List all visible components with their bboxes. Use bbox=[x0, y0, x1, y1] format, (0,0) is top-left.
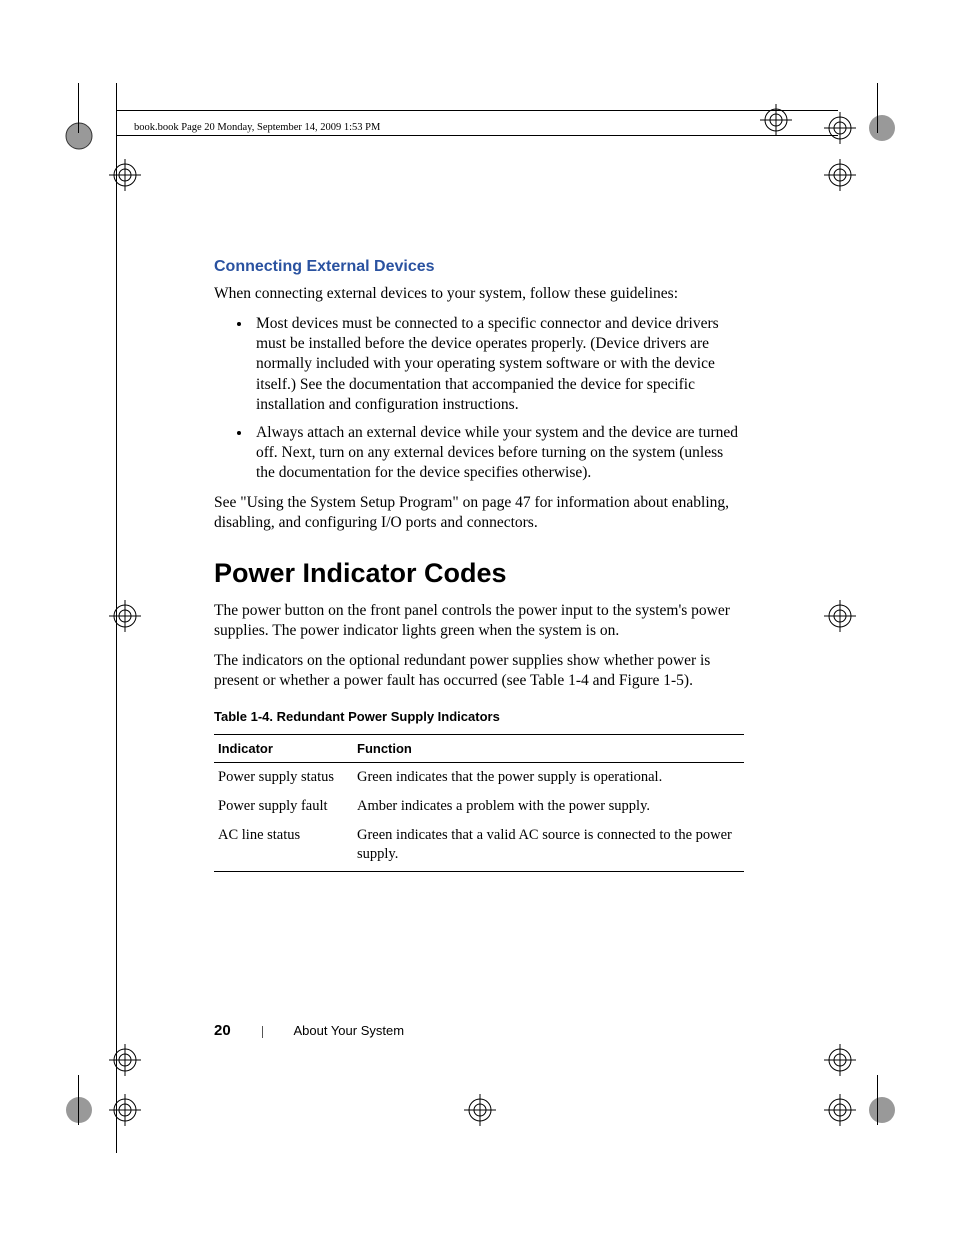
table-caption: Table 1-4. Redundant Power Supply Indica… bbox=[214, 709, 744, 724]
table-cell-function: Amber indicates a problem with the power… bbox=[353, 792, 744, 821]
registration-mark-icon bbox=[105, 155, 145, 195]
crop-rule-left bbox=[116, 83, 117, 1153]
registration-mark-icon bbox=[105, 1090, 145, 1130]
table-row: Power supply status Green indicates that… bbox=[214, 763, 744, 792]
table-cell-function: Green indicates that the power supply is… bbox=[353, 763, 744, 792]
table-cell-indicator: AC line status bbox=[214, 821, 353, 872]
footer-section-title: About Your System bbox=[293, 1023, 404, 1038]
page-header-crop: book.book Page 20 Monday, September 14, … bbox=[134, 122, 380, 133]
table-row: AC line status Green indicates that a va… bbox=[214, 821, 744, 872]
crop-tick bbox=[78, 83, 79, 133]
paragraph-power2: The indicators on the optional redundant… bbox=[214, 651, 744, 691]
table-row: Power supply fault Amber indicates a pro… bbox=[214, 792, 744, 821]
page-content: Connecting External Devices When connect… bbox=[214, 258, 744, 872]
registration-mark-icon bbox=[460, 1090, 500, 1130]
crop-tick bbox=[78, 1075, 79, 1125]
table-header-indicator: Indicator bbox=[214, 735, 353, 763]
crop-tick bbox=[877, 83, 878, 133]
table-cell-indicator: Power supply status bbox=[214, 763, 353, 792]
table-header-function: Function bbox=[353, 735, 744, 763]
heading-power-indicator: Power Indicator Codes bbox=[214, 558, 744, 589]
registration-mark-icon bbox=[862, 1090, 902, 1130]
bullet-list: Most devices must be connected to a spec… bbox=[214, 314, 744, 483]
registration-mark-icon bbox=[59, 116, 99, 156]
registration-mark-icon bbox=[820, 596, 860, 636]
registration-mark-icon bbox=[820, 155, 860, 195]
registration-mark-icon bbox=[105, 596, 145, 636]
crop-tick bbox=[877, 1075, 878, 1125]
table-cell-indicator: Power supply fault bbox=[214, 792, 353, 821]
registration-mark-icon bbox=[820, 108, 860, 148]
registration-mark-icon bbox=[820, 1090, 860, 1130]
table-cell-function: Green indicates that a valid AC source i… bbox=[353, 821, 744, 872]
subheading-connecting: Connecting External Devices bbox=[214, 258, 744, 276]
crop-rule-top bbox=[116, 110, 838, 111]
page-number: 20 bbox=[214, 1022, 231, 1039]
registration-mark-icon bbox=[59, 1090, 99, 1130]
crop-rule-top2 bbox=[116, 135, 838, 136]
list-item: Most devices must be connected to a spec… bbox=[252, 314, 744, 415]
registration-mark-icon bbox=[105, 1040, 145, 1080]
paragraph-power1: The power button on the front panel cont… bbox=[214, 601, 744, 641]
table-indicators: Indicator Function Power supply status G… bbox=[214, 734, 744, 872]
paragraph-intro: When connecting external devices to your… bbox=[214, 284, 744, 304]
list-item: Always attach an external device while y… bbox=[252, 423, 744, 483]
registration-mark-icon bbox=[820, 1040, 860, 1080]
registration-mark-icon bbox=[756, 100, 796, 140]
paragraph-see-also: See "Using the System Setup Program" on … bbox=[214, 493, 744, 533]
page-footer: 20 About Your System bbox=[214, 1022, 404, 1039]
registration-mark-icon bbox=[862, 108, 902, 148]
